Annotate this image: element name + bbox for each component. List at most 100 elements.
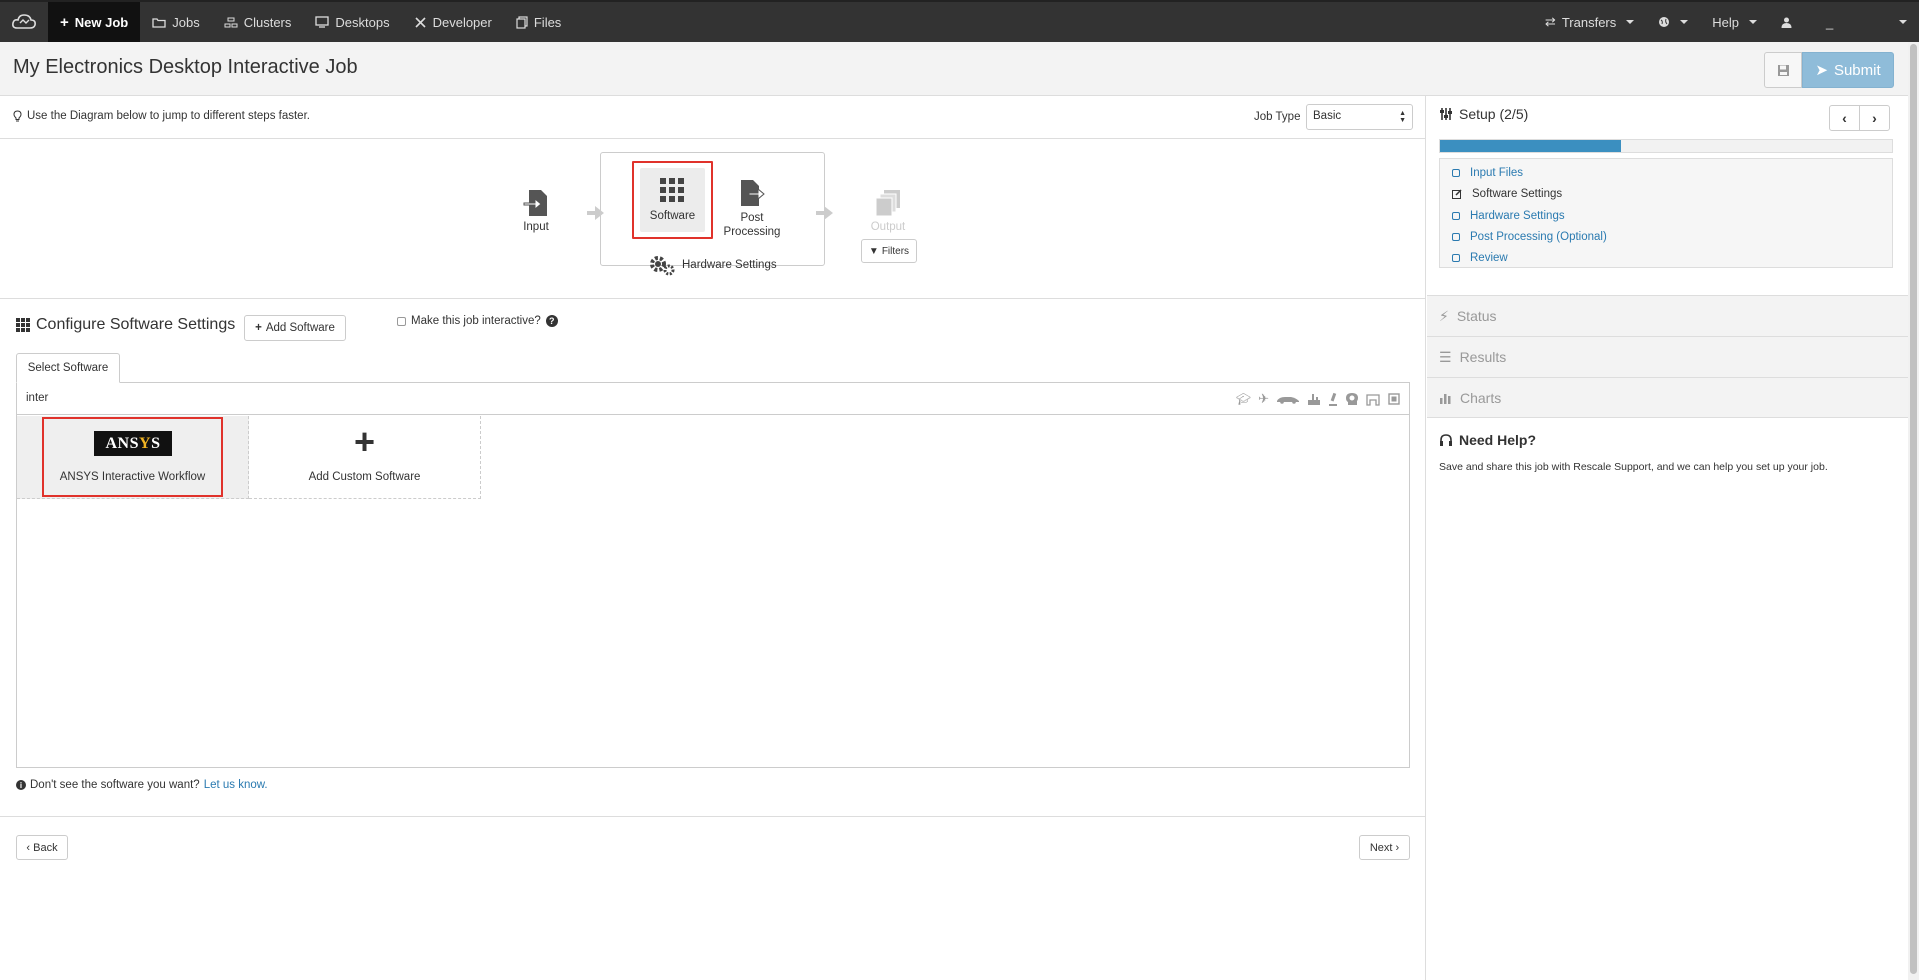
- nav-language[interactable]: [1646, 2, 1700, 42]
- interactive-checkbox[interactable]: [397, 316, 406, 326]
- nav-transfers[interactable]: ⇄ Transfers: [1533, 2, 1646, 42]
- nav-help-label: Help: [1712, 14, 1739, 30]
- edit-pencil-icon: [1452, 189, 1462, 199]
- diagram-output-label: Output: [870, 221, 906, 233]
- section-status[interactable]: ⚡︎ Status: [1427, 295, 1908, 336]
- heartbeat-icon: ⚡︎: [1439, 307, 1449, 324]
- folder-icon: [152, 17, 166, 28]
- software-search-input[interactable]: inter: [26, 392, 48, 404]
- nav-clusters[interactable]: Clusters: [212, 2, 304, 42]
- diagram-post-processing-node[interactable]: Post Processing: [720, 179, 784, 239]
- software-tile-add-custom[interactable]: + Add Custom Software: [249, 416, 481, 499]
- job-sidebar: Setup (2/5) Input Files Software Setting…: [1427, 96, 1908, 980]
- submit-label: Submit: [1833, 61, 1881, 79]
- configure-software-heading: Configure Software Settings: [16, 316, 235, 334]
- list-icon: ☰: [1439, 348, 1452, 365]
- scrollbar-thumb[interactable]: [1910, 44, 1917, 974]
- tools-icon: [415, 16, 426, 28]
- let-us-know-link[interactable]: Let us know.: [204, 779, 268, 791]
- software-tile-ansys-interactive-workflow[interactable]: ANS Y S ANSYS Interactive Workflow: [17, 416, 249, 499]
- headset-icon: [1440, 434, 1452, 446]
- tab-select-software[interactable]: Select Software: [16, 353, 120, 383]
- step-review-label[interactable]: Review: [1470, 252, 1508, 264]
- add-software-button[interactable]: + Add Software: [244, 315, 346, 341]
- file-import-icon: [523, 190, 547, 216]
- step-post-processing-label[interactable]: Post Processing (Optional): [1470, 231, 1607, 243]
- job-type-value: Basic: [1313, 110, 1342, 122]
- page-scrollbar[interactable]: [1908, 42, 1919, 980]
- step-hardware-settings[interactable]: Hardware Settings: [1452, 210, 1565, 222]
- head-brain-icon[interactable]: [1345, 392, 1359, 406]
- graduation-cap-icon[interactable]: 🎓︎: [1236, 392, 1251, 406]
- need-help-title: Need Help?: [1459, 432, 1537, 448]
- gears-icon: [650, 256, 675, 276]
- nav-new-job[interactable]: + New Job: [48, 2, 141, 42]
- software-selection-panel: inter 🎓︎ ✈︎ ANS Y S ANSYS Interactive Work…: [16, 382, 1410, 768]
- next-step-button[interactable]: ›: [1859, 105, 1890, 131]
- step-hardware-settings-label[interactable]: Hardware Settings: [1470, 210, 1565, 222]
- user-icon: [1781, 17, 1792, 28]
- setup-steps-list: Input Files Software Settings Hardware S…: [1439, 158, 1893, 268]
- page-header: My Electronics Desktop Interactive Job ➤…: [0, 42, 1908, 96]
- selection-highlight: [42, 417, 223, 497]
- back-label: ‹ Back: [26, 841, 58, 854]
- nav-user[interactable]: _: [1769, 2, 1919, 42]
- question-circle-icon[interactable]: ?: [545, 315, 558, 327]
- grid-icon: [16, 318, 30, 332]
- nav-files[interactable]: Files: [504, 2, 573, 42]
- nav-help[interactable]: Help: [1700, 2, 1769, 42]
- nav-jobs[interactable]: Jobs: [140, 2, 211, 42]
- next-button[interactable]: Next ›: [1359, 835, 1410, 860]
- hint-text: Use the Diagram below to jump to differe…: [27, 110, 310, 122]
- ansys-logo: ANS Y S: [94, 431, 172, 456]
- nav-developer[interactable]: Developer: [402, 2, 504, 42]
- microscope-icon[interactable]: [1328, 392, 1338, 406]
- files-icon: [516, 15, 528, 29]
- workflow-diagram: Input Software Post Processing Hardware …: [0, 139, 1426, 299]
- step-post-processing[interactable]: Post Processing (Optional): [1452, 231, 1607, 243]
- diagram-software-node[interactable]: Software: [632, 161, 713, 239]
- job-type-label: Job Type: [1254, 111, 1301, 123]
- step-software-settings-label: Software Settings: [1472, 188, 1563, 200]
- setup-progress-fill: [1440, 140, 1621, 152]
- paper-plane-icon: ➤: [1815, 62, 1828, 79]
- submit-button[interactable]: ➤ Submit: [1802, 52, 1894, 88]
- grid-icon: [660, 178, 684, 202]
- section-results[interactable]: ☰ Results: [1427, 336, 1908, 377]
- building-icon[interactable]: [1366, 392, 1380, 406]
- step-input-files-label[interactable]: Input Files: [1470, 167, 1523, 179]
- previous-step-button[interactable]: ‹: [1829, 105, 1860, 131]
- save-button[interactable]: [1764, 52, 1802, 88]
- filters-button[interactable]: ▼ Filters: [861, 239, 917, 263]
- user-name: _: [1826, 14, 1834, 30]
- nav-files-label: Files: [533, 14, 562, 30]
- car-icon[interactable]: [1276, 394, 1300, 404]
- step-input-files[interactable]: Input Files: [1452, 167, 1523, 179]
- select-arrows-icon: ▲ ▼: [1399, 110, 1406, 124]
- airplane-icon[interactable]: ✈︎: [1258, 391, 1269, 407]
- chip-icon[interactable]: [1387, 392, 1401, 406]
- software-filter-row: inter 🎓︎ ✈︎: [17, 383, 1409, 415]
- clusters-icon: [224, 17, 238, 27]
- step-software-settings[interactable]: Software Settings: [1452, 188, 1562, 200]
- diagram-input-node[interactable]: Input: [514, 189, 558, 233]
- nav-desktops-label: Desktops: [335, 14, 390, 30]
- category-filters: 🎓︎ ✈︎: [1236, 391, 1401, 407]
- diagram-input-label: Input: [523, 221, 549, 233]
- setup-progress-bar: [1439, 139, 1893, 153]
- diagram-output-node[interactable]: Output: [866, 189, 910, 233]
- job-type-select[interactable]: Basic ▲ ▼: [1306, 104, 1413, 130]
- configure-title-text: Configure Software Settings: [36, 316, 236, 333]
- rescale-logo-icon[interactable]: [0, 2, 48, 42]
- diagram-hint: Use the Diagram below to jump to differe…: [13, 110, 310, 122]
- step-review[interactable]: Review: [1452, 252, 1508, 264]
- caret-down-icon: [1899, 20, 1907, 24]
- nav-desktops[interactable]: Desktops: [303, 2, 401, 42]
- back-button[interactable]: ‹ Back: [16, 835, 68, 860]
- caret-down-icon: [1749, 20, 1757, 24]
- diagram-hardware-settings-node[interactable]: Hardware Settings: [648, 254, 778, 276]
- top-navbar: + New Job Jobs Clusters Desktops Develop…: [0, 0, 1919, 42]
- factory-icon[interactable]: [1307, 392, 1321, 406]
- section-charts[interactable]: Charts: [1427, 377, 1908, 418]
- interactive-toggle[interactable]: Make this job interactive? ?: [397, 315, 558, 327]
